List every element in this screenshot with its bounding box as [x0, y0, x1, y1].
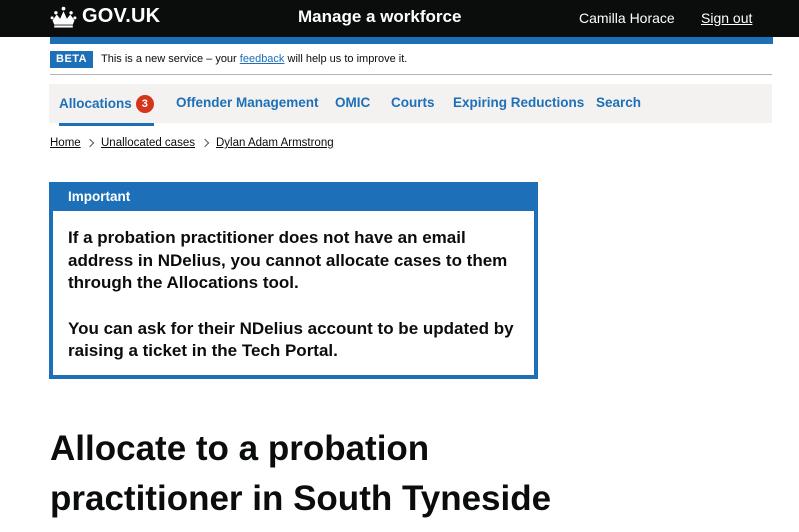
feedback-link[interactable]: feedback [240, 53, 285, 65]
banner-paragraph: If a probation practitioner does not hav… [68, 228, 508, 292]
phase-text-after: will help us to improve it. [284, 53, 408, 65]
breadcrumb-home[interactable]: Home [50, 137, 81, 149]
phase-banner-text: This is a new service – your feedback wi… [101, 53, 407, 65]
phase-banner: BETA This is a new service – your feedba… [50, 51, 772, 75]
page-title: Allocate to a probation practitioner in … [50, 429, 552, 518]
banner-content: If a probation practitioner does not hav… [68, 227, 518, 363]
site-header: GOV.UK Manage a workforce Camilla Horace… [0, 0, 799, 37]
chevron-right-icon [85, 138, 95, 148]
breadcrumb-unallocated-cases[interactable]: Unallocated cases [101, 137, 195, 149]
chevron-right-icon [200, 138, 210, 148]
nav-item-offender-management[interactable]: Offender Management [176, 95, 319, 110]
allocations-count-badge: 3 [135, 95, 154, 113]
banner-paragraph: You can ask for their NDelius account to… [68, 318, 514, 361]
govuk-logo-link[interactable]: GOV.UK [50, 5, 160, 28]
govuk-logo-text: GOV.UK [82, 5, 161, 27]
banner-title: Important [53, 186, 534, 211]
nav-item-courts[interactable]: Courts [391, 95, 435, 110]
header-blue-bar [50, 37, 773, 44]
primary-navigation: Allocations 3 Offender Management OMIC Co… [49, 84, 772, 126]
nav-item-expiring-reductions[interactable]: Expiring Reductions [453, 95, 584, 110]
important-notification-banner: Important If a probation practitioner do… [49, 182, 538, 379]
nav-item-allocations[interactable]: Allocations 3 [59, 95, 154, 126]
phase-text-before: This is a new service – your [101, 53, 240, 65]
sign-out-link[interactable]: Sign out [701, 10, 752, 26]
user-name: Camilla Horace [579, 10, 675, 26]
beta-tag: BETA [50, 51, 94, 68]
nav-item-label: Allocations [59, 96, 132, 111]
nav-item-search[interactable]: Search [596, 95, 641, 110]
crown-icon [50, 6, 77, 28]
breadcrumb-current-person[interactable]: Dylan Adam Armstrong [216, 137, 334, 149]
service-name[interactable]: Manage a workforce [298, 7, 461, 27]
nav-item-omic[interactable]: OMIC [335, 95, 370, 110]
